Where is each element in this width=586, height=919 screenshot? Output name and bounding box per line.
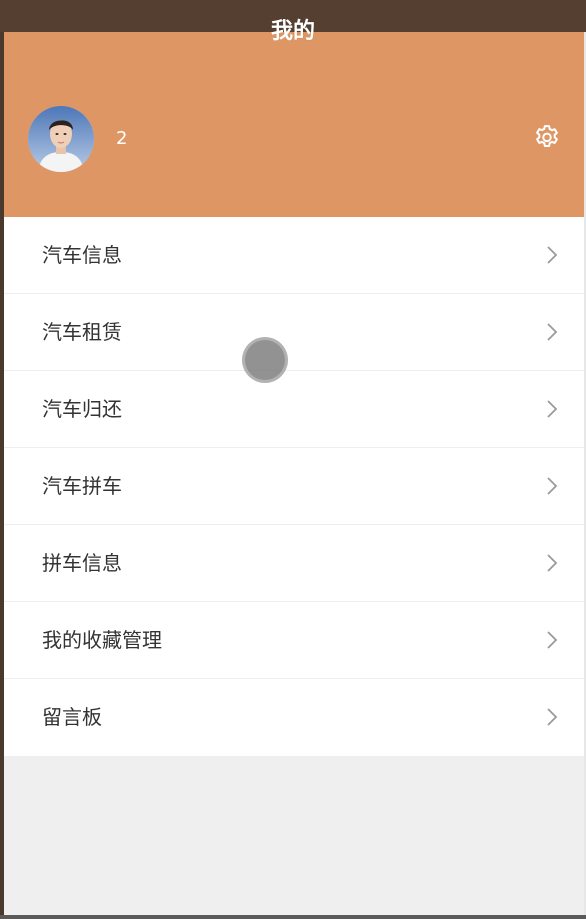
gear-icon	[536, 125, 558, 147]
menu-item-message-board[interactable]: 留言板	[4, 679, 584, 756]
menu-item-car-return[interactable]: 汽车归还	[4, 371, 584, 448]
avatar[interactable]	[28, 106, 94, 172]
settings-button[interactable]	[532, 123, 562, 153]
page-title: 我的	[270, 19, 315, 44]
menu-item-carpool[interactable]: 汽车拼车	[4, 448, 584, 525]
window-edge-bottom	[0, 915, 586, 919]
menu-item-label: 留言板	[42, 705, 102, 729]
chevron-right-icon	[547, 554, 558, 572]
menu-item-carpool-info[interactable]: 拼车信息	[4, 525, 584, 602]
menu-item-car-rental[interactable]: 汽车租赁	[4, 294, 584, 371]
chevron-right-icon	[547, 477, 558, 495]
menu-item-label: 汽车拼车	[42, 474, 122, 498]
app-screen: 我的 2 汽车信息 汽车租赁 汽车归还 汽车拼车 拼车信息 我的收藏管理 留言板	[0, 0, 586, 919]
menu-item-label: 汽车信息	[42, 243, 122, 267]
avatar-photo	[28, 106, 94, 172]
chevron-right-icon	[547, 708, 558, 726]
menu-item-favorites[interactable]: 我的收藏管理	[4, 602, 584, 679]
menu-item-label: 汽车归还	[42, 397, 122, 421]
chevron-right-icon	[547, 631, 558, 649]
chevron-right-icon	[547, 246, 558, 264]
menu-item-label: 汽车租赁	[42, 320, 122, 344]
chevron-right-icon	[547, 323, 558, 341]
menu-item-label: 我的收藏管理	[42, 628, 162, 652]
profile-header: 2	[4, 32, 584, 217]
menu-item-car-info[interactable]: 汽车信息	[4, 217, 584, 294]
touch-indicator	[242, 337, 288, 383]
menu-item-label: 拼车信息	[42, 551, 122, 575]
username: 2	[116, 128, 128, 149]
menu-list: 汽车信息 汽车租赁 汽车归还 汽车拼车 拼车信息 我的收藏管理 留言板	[4, 217, 584, 756]
chevron-right-icon	[547, 400, 558, 418]
